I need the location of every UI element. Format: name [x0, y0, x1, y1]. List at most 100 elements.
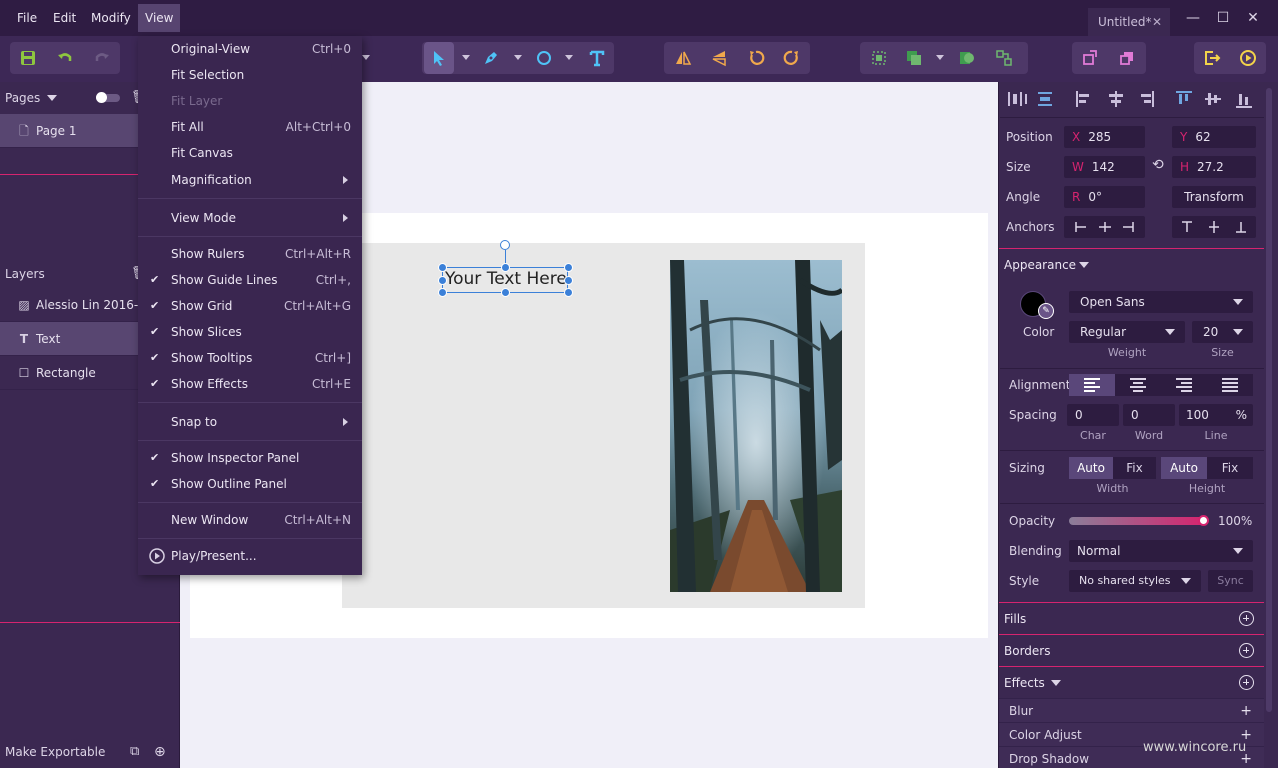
menu-item-show-outline-panel[interactable]: ✔ Show Outline Panel — [138, 471, 362, 497]
add-fill-icon[interactable] — [1239, 611, 1254, 626]
close-tab-icon[interactable]: ✕ — [1152, 8, 1162, 36]
menu-item-show-inspector-panel[interactable]: ✔ Show Inspector Panel — [138, 445, 362, 471]
menu-item-snap-to[interactable]: Snap to — [138, 409, 362, 435]
effects-section[interactable]: Effects — [999, 666, 1264, 698]
char-spacing-field[interactable]: 0 — [1067, 404, 1119, 426]
menu-item-view-mode[interactable]: View Mode — [138, 205, 362, 231]
redo-button[interactable] — [87, 42, 117, 74]
chevron-down-icon[interactable] — [936, 55, 944, 60]
rotation-field[interactable]: R 0° — [1064, 186, 1145, 208]
align-justify-button[interactable] — [1207, 374, 1253, 396]
menu-item-fit-canvas[interactable]: Fit Canvas — [138, 140, 362, 166]
menu-item-magnification[interactable]: Magnification — [138, 167, 362, 193]
chevron-down-icon[interactable] — [462, 55, 470, 60]
resize-handle[interactable] — [501, 263, 510, 272]
chevron-down-icon[interactable] — [47, 95, 57, 101]
menu-item-new-window[interactable]: New Window Ctrl+Alt+N — [138, 507, 362, 533]
resize-handle[interactable] — [564, 288, 573, 297]
width-field[interactable]: W 142 — [1064, 156, 1145, 178]
bring-forward-button[interactable] — [1075, 42, 1105, 74]
menu-modify[interactable]: Modify — [84, 4, 138, 32]
height-field[interactable]: H 27.2 — [1172, 156, 1256, 178]
minimize-button[interactable]: — — [1178, 6, 1208, 30]
y-field[interactable]: Y 62 — [1172, 126, 1256, 148]
font-weight-select[interactable]: Regular — [1069, 321, 1185, 343]
menu-view[interactable]: View — [138, 4, 181, 32]
text-tool-button[interactable] — [582, 42, 612, 74]
resize-handle[interactable] — [438, 288, 447, 297]
menu-item-show-slices[interactable]: ✔ Show Slices — [138, 319, 362, 345]
opacity-slider-thumb[interactable] — [1198, 515, 1209, 526]
align-center-button[interactable] — [1115, 374, 1161, 396]
rotate-right-button[interactable] — [777, 42, 807, 74]
width-fix-button[interactable]: Fix — [1113, 457, 1156, 479]
word-spacing-field[interactable]: 0 — [1123, 404, 1175, 426]
vertical-anchors[interactable] — [1172, 216, 1256, 238]
add-icon[interactable]: + — [1240, 699, 1252, 723]
present-button[interactable] — [1233, 42, 1263, 74]
boolean-button[interactable] — [899, 42, 929, 74]
save-button[interactable] — [13, 42, 43, 74]
chevron-down-icon[interactable] — [362, 55, 370, 60]
height-auto-button[interactable]: Auto — [1161, 457, 1207, 479]
font-family-select[interactable]: Open Sans — [1069, 291, 1253, 313]
close-window-button[interactable]: ✕ — [1238, 6, 1268, 30]
mask-button[interactable] — [952, 42, 982, 74]
symbol-button[interactable] — [989, 42, 1019, 74]
shared-style-select[interactable]: No shared styles — [1069, 570, 1201, 592]
menu-edit[interactable]: Edit — [46, 4, 83, 32]
ellipse-tool-button[interactable] — [529, 42, 559, 74]
x-field[interactable]: X 285 — [1064, 126, 1145, 148]
menu-item-show-rulers[interactable]: Show Rulers Ctrl+Alt+R — [138, 241, 362, 267]
menu-item-show-effects[interactable]: ✔ Show Effects Ctrl+E — [138, 371, 362, 397]
inspector-scrollbar[interactable] — [1266, 88, 1272, 712]
height-fix-button[interactable]: Fix — [1207, 457, 1253, 479]
chevron-down-icon[interactable] — [565, 55, 573, 60]
align-left-button[interactable] — [1069, 374, 1115, 396]
transform-button[interactable]: Transform — [1172, 186, 1256, 208]
resize-handle[interactable] — [564, 263, 573, 272]
effect-item-blur[interactable]: Blur + — [999, 698, 1264, 722]
menu-item-play-present[interactable]: Play/Present... — [138, 543, 362, 569]
flip-horizontal-button[interactable] — [668, 42, 698, 74]
borders-section[interactable]: Borders — [999, 634, 1264, 666]
align-right-button[interactable] — [1161, 374, 1207, 396]
opacity-slider[interactable] — [1069, 517, 1205, 525]
add-effect-icon[interactable] — [1239, 675, 1254, 690]
link-proportions-icon[interactable]: ⟲ — [1152, 157, 1164, 173]
chevron-down-icon[interactable] — [514, 55, 522, 60]
eyedropper-icon[interactable]: ✎ — [1038, 303, 1054, 319]
resize-handle[interactable] — [438, 276, 447, 285]
width-auto-button[interactable]: Auto — [1069, 457, 1113, 479]
font-size-select[interactable]: 20 — [1192, 321, 1253, 343]
make-exportable-label[interactable]: Make Exportable — [5, 745, 105, 759]
export-button[interactable] — [1197, 42, 1227, 74]
maximize-button[interactable]: ☐ — [1208, 6, 1238, 30]
menu-item-show-grid[interactable]: ✔ Show Grid Ctrl+Alt+G — [138, 293, 362, 319]
menu-item-show-guide-lines[interactable]: ✔ Show Guide Lines Ctrl+, — [138, 267, 362, 293]
undo-button[interactable] — [50, 42, 80, 74]
document-tab[interactable]: Untitled* ✕ — [1088, 8, 1170, 36]
menu-item-fit-all[interactable]: Fit All Alt+Ctrl+0 — [138, 114, 362, 140]
appearance-section[interactable]: Appearance — [999, 248, 1264, 280]
forest-image-layer[interactable] — [670, 260, 842, 592]
blending-select[interactable]: Normal — [1069, 540, 1253, 562]
horizontal-anchors[interactable] — [1064, 216, 1145, 238]
add-circle-icon[interactable]: ⊕ — [154, 736, 166, 768]
group-button[interactable] — [864, 42, 894, 74]
menu-item-fit-selection[interactable]: Fit Selection — [138, 62, 362, 88]
rotate-left-button[interactable] — [741, 42, 771, 74]
resize-handle[interactable] — [564, 276, 573, 285]
resize-handle[interactable] — [501, 288, 510, 297]
menu-item-show-tooltips[interactable]: ✔ Show Tooltips Ctrl+] — [138, 345, 362, 371]
menu-file[interactable]: File — [10, 4, 44, 32]
export-slice-icon[interactable]: ⧉ — [130, 736, 139, 768]
select-tool-button[interactable] — [424, 42, 454, 74]
menu-item-original-view[interactable]: Original-View Ctrl+0 — [138, 36, 362, 62]
flip-vertical-button[interactable] — [704, 42, 734, 74]
send-backward-button[interactable] — [1112, 42, 1142, 74]
add-border-icon[interactable] — [1239, 643, 1254, 658]
fills-section[interactable]: Fills — [999, 602, 1264, 634]
resize-handle[interactable] — [438, 263, 447, 272]
rotation-handle[interactable] — [500, 240, 510, 250]
